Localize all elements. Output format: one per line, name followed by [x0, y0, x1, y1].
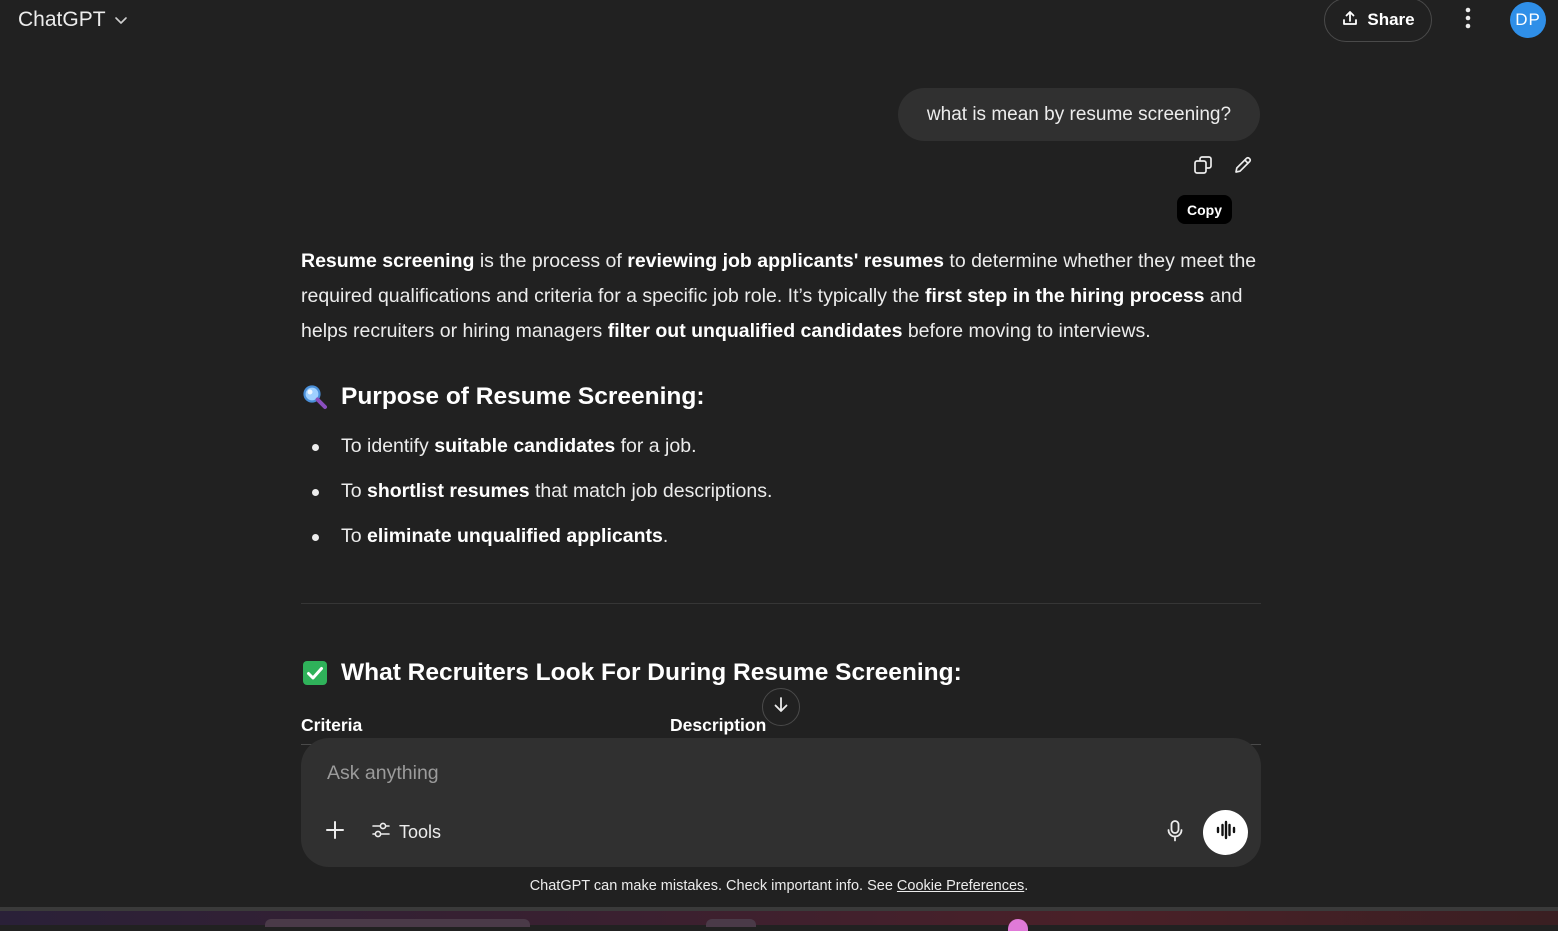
section-heading-purpose: Purpose of Resume Screening: — [301, 383, 705, 411]
assistant-message: Resume screening is the process of revie… — [301, 244, 1261, 745]
answer-intro-paragraph: Resume screening is the process of revie… — [301, 244, 1261, 349]
copy-tooltip: Copy — [1177, 195, 1232, 224]
check-mark-icon — [301, 659, 329, 687]
os-taskbar — [0, 907, 1558, 931]
disclaimer: ChatGPT can make mistakes. Check importa… — [0, 878, 1558, 894]
taskbar-item[interactable] — [265, 919, 530, 927]
avatar[interactable]: DP — [1510, 2, 1546, 38]
arrow-down-icon — [772, 696, 790, 719]
model-name: ChatGPT — [18, 8, 106, 31]
bold-text: Resume screening — [301, 250, 475, 272]
disclaimer-text: ChatGPT can make mistakes. Check importa… — [529, 878, 897, 894]
divider — [301, 603, 1261, 604]
composer: Ask anything Tools — [301, 738, 1261, 867]
share-upload-icon — [1341, 9, 1359, 32]
plus-icon — [325, 820, 345, 845]
edit-icon[interactable] — [1232, 154, 1254, 176]
bold-text: eliminate unqualified applicants — [367, 525, 663, 547]
magnifying-glass-icon — [301, 383, 329, 411]
table-header-criteria: Criteria — [301, 715, 363, 735]
user-message-bubble: what is mean by resume screening? — [898, 88, 1260, 141]
tools-label: Tools — [399, 822, 442, 842]
tools-button[interactable]: Tools — [371, 820, 441, 845]
bold-text: reviewing job applicants' resumes — [627, 250, 944, 272]
section-title: What Recruiters Look For During Resume S… — [341, 659, 962, 686]
taskbar-app-icon[interactable] — [1008, 919, 1028, 931]
cookie-preferences-link[interactable]: Cookie Preferences — [897, 878, 1024, 894]
add-attachment-button[interactable] — [323, 820, 347, 844]
text-segment: before moving to interviews. — [902, 320, 1151, 342]
scroll-to-bottom-button[interactable] — [762, 688, 800, 726]
text-segment: To — [341, 480, 368, 502]
text-segment: is the process of — [474, 250, 628, 272]
text-segment: for a job. — [615, 435, 697, 457]
share-label: Share — [1367, 10, 1415, 29]
purpose-list: To identify suitable candidates for a jo… — [301, 433, 1261, 568]
table-header-description: Description — [670, 715, 767, 735]
more-vertical-icon — [1465, 7, 1471, 34]
copy-icon[interactable] — [1192, 154, 1214, 176]
list-item: To identify suitable candidates for a jo… — [301, 433, 1261, 478]
sliders-icon — [371, 820, 391, 845]
taskbar-item[interactable] — [706, 919, 756, 927]
microphone-icon — [1165, 819, 1185, 848]
text-segment: . — [662, 525, 669, 547]
top-bar: ChatGPT Share DP — [0, 0, 1558, 44]
bold-text: suitable candidates — [434, 435, 616, 457]
section-title: Purpose of Resume Screening: — [341, 383, 705, 410]
dictate-button[interactable] — [1163, 819, 1187, 848]
disclaimer-end: . — [1024, 878, 1029, 894]
model-switcher[interactable]: ChatGPT — [18, 8, 128, 32]
text-segment: To — [341, 525, 368, 547]
bold-text: filter out unqualified candidates — [607, 320, 903, 342]
more-options-button[interactable] — [1455, 6, 1481, 34]
text-segment: To identify — [341, 435, 435, 457]
section-heading-criteria: What Recruiters Look For During Resume S… — [301, 659, 962, 687]
bold-text: first step in the hiring process — [924, 285, 1205, 307]
message-actions — [1192, 154, 1254, 176]
prompt-input[interactable]: Ask anything — [327, 762, 439, 785]
text-segment: that match job descriptions. — [529, 480, 773, 502]
chevron-down-icon — [114, 13, 128, 27]
bold-text: shortlist resumes — [367, 480, 530, 502]
voice-mode-button[interactable] — [1203, 810, 1248, 855]
list-item: To eliminate unqualified applicants. — [301, 523, 1261, 568]
list-item: To shortlist resumes that match job desc… — [301, 478, 1261, 523]
voice-waveform-icon — [1215, 820, 1237, 845]
share-button[interactable]: Share — [1324, 0, 1432, 42]
